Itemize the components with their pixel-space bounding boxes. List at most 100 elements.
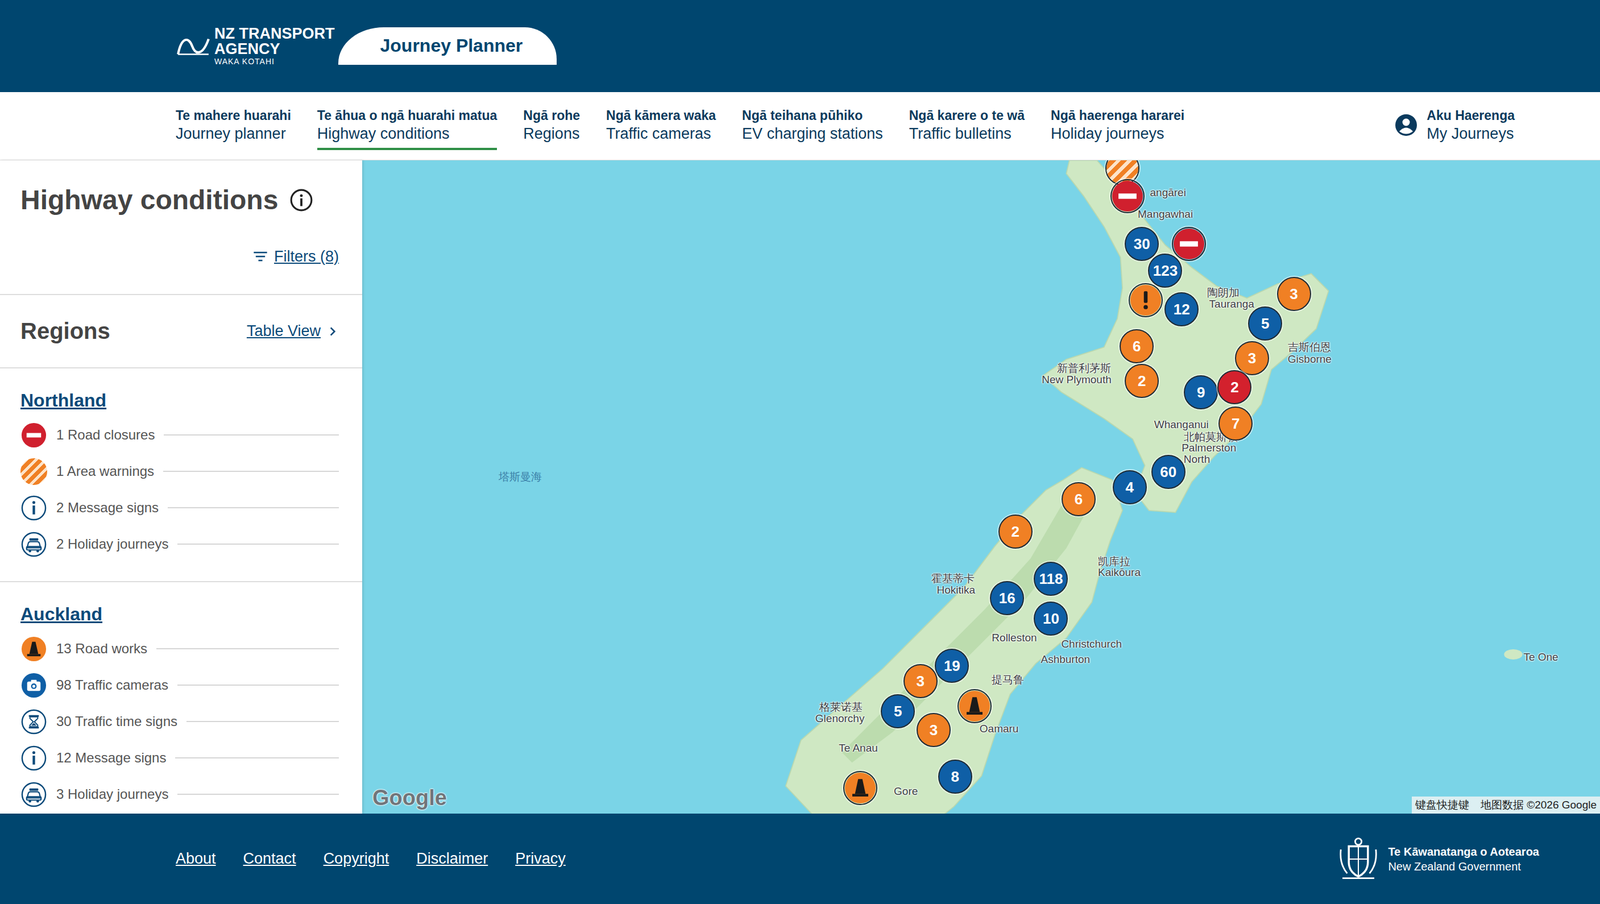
map-label: Hokitika xyxy=(936,583,976,597)
map-marker[interactable]: 2 xyxy=(998,514,1033,549)
map-marker[interactable]: 4 xyxy=(1112,470,1147,505)
traffic-camera-icon xyxy=(20,672,48,699)
hourglass-icon xyxy=(20,708,48,736)
region-item[interactable]: 1 Road closures xyxy=(20,416,339,454)
attribution-link[interactable]: 键盘快捷键 xyxy=(1415,797,1470,813)
map-label: North xyxy=(1183,453,1210,466)
road-closure-icon xyxy=(1172,228,1205,260)
region-link[interactable]: Northland xyxy=(20,388,339,412)
leader-line xyxy=(177,684,339,686)
map-marker[interactable] xyxy=(843,771,878,806)
map-marker[interactable]: 30 xyxy=(1124,226,1159,261)
footer-link[interactable]: About xyxy=(175,850,217,868)
map-marker[interactable] xyxy=(1171,226,1206,261)
footer-link[interactable]: Privacy xyxy=(515,850,566,868)
map-label: 格莱诺基 xyxy=(819,701,863,714)
map-label: Mangawhai xyxy=(1137,208,1193,221)
road-closure-icon xyxy=(20,421,48,449)
map-marker[interactable]: 2 xyxy=(1124,363,1159,399)
map-marker[interactable]: 123 xyxy=(1147,253,1183,288)
nav-item[interactable]: Ngā teihana pūhiko EV charging stations xyxy=(742,106,884,151)
map-marker[interactable]: 2 xyxy=(1217,370,1252,405)
message-sign-icon xyxy=(20,494,48,522)
road-cone-icon xyxy=(844,772,877,804)
nzta-logo[interactable]: NZ TRANSPORT AGENCY WAKA KOTAHI xyxy=(175,26,335,67)
crest-icon xyxy=(1334,835,1383,884)
table-view-link[interactable]: Table View xyxy=(246,322,339,341)
footer-link[interactable]: Contact xyxy=(243,850,297,868)
map-label: 霍基蒂卡 xyxy=(931,572,975,586)
info-icon[interactable] xyxy=(289,188,314,213)
map-label: 陶朗加 xyxy=(1207,286,1240,300)
region-item[interactable]: 3 Holiday journeys xyxy=(20,776,339,813)
sidebar-header: Highway conditions Filters (8) xyxy=(0,160,363,296)
page: NZ TRANSPORT AGENCY WAKA KOTAHI Journey … xyxy=(0,0,1600,904)
region-item[interactable]: 30 Traffic time signs xyxy=(20,703,339,740)
nav-item[interactable]: Ngā kāmera waka Traffic cameras xyxy=(606,106,716,151)
map-label: Palmerston xyxy=(1181,441,1237,455)
region-link[interactable]: Auckland xyxy=(20,602,339,626)
sidebar: Highway conditions Filters (8) Regions T… xyxy=(0,160,363,814)
map-marker[interactable]: 19 xyxy=(934,648,969,683)
map-marker[interactable]: 3 xyxy=(916,713,951,748)
leader-line xyxy=(167,507,339,509)
chevron-right-icon xyxy=(326,325,339,338)
map-marker[interactable] xyxy=(1110,179,1145,214)
map-marker[interactable]: 6 xyxy=(1119,329,1154,364)
footer-link[interactable]: Copyright xyxy=(323,850,390,868)
road-closure-icon xyxy=(1111,180,1144,213)
road-cone-icon xyxy=(958,690,991,723)
region-item[interactable]: 12 Message signs xyxy=(20,739,339,777)
map-marker[interactable]: 3 xyxy=(903,664,938,699)
map[interactable]: angāreiMangawhai陶朗加Tauranga吉斯伯恩Gisborne新… xyxy=(362,160,1600,814)
map-marker[interactable]: 60 xyxy=(1151,454,1186,489)
area-warning-icon xyxy=(1106,160,1139,185)
map-label: Te Anau xyxy=(838,742,878,755)
footer-link[interactable]: Disclaimer xyxy=(416,850,488,868)
nav-item[interactable]: Te āhua o ngā huarahi matua Highway cond… xyxy=(317,106,498,151)
map-marker[interactable]: 3 xyxy=(1234,341,1270,376)
nav-item[interactable]: Te mahere huarahi Journey planner xyxy=(175,106,292,151)
map-label: Christchurch xyxy=(1060,637,1122,651)
map-label: 塔斯曼海 xyxy=(498,470,542,484)
map-marker[interactable] xyxy=(957,689,992,724)
app-title[interactable]: Journey Planner xyxy=(338,27,558,65)
map-marker[interactable]: 8 xyxy=(938,759,973,794)
user-icon xyxy=(1394,113,1418,137)
region-item[interactable]: 98 Traffic cameras xyxy=(20,666,339,704)
holiday-car-icon xyxy=(20,781,48,808)
map-marker[interactable]: 6 xyxy=(1061,482,1096,517)
nav-item[interactable]: Ngā karere o te wā Traffic bulletins xyxy=(909,106,1025,151)
road-works-icon xyxy=(20,635,48,663)
map-attribution: 键盘快捷键地图数据 ©2026 Google xyxy=(1411,796,1600,814)
region-item[interactable]: 13 Road works xyxy=(20,630,339,667)
map-marker[interactable]: 7 xyxy=(1218,406,1253,441)
map-label: Rolleston xyxy=(991,631,1037,645)
attribution-link[interactable]: 地图数据 ©2026 Google xyxy=(1480,797,1597,813)
map-label: Te One xyxy=(1523,651,1558,664)
map-marker[interactable]: 9 xyxy=(1183,375,1218,410)
main-nav: Te mahere huarahi Journey planner Te āhua… xyxy=(0,92,1600,161)
government-logo[interactable]: Te Kāwanatanga o Aotearoa New Zealand Go… xyxy=(1334,835,1540,884)
region-item[interactable]: 1 Area warnings xyxy=(20,453,339,490)
filters-link[interactable]: Filters (8) xyxy=(252,246,339,267)
map-marker[interactable] xyxy=(1128,283,1163,318)
leader-line xyxy=(163,470,339,472)
map-marker[interactable]: 12 xyxy=(1164,292,1199,327)
leader-line xyxy=(186,720,339,723)
nav-item[interactable]: Ngā rohe Regions xyxy=(523,106,580,151)
my-journeys[interactable]: Aku Haerenga My Journeys xyxy=(1394,106,1515,144)
map-label: 提马鲁 xyxy=(991,673,1025,687)
wave-logo-icon xyxy=(175,33,211,59)
map-label: Gore xyxy=(893,785,918,798)
region-item[interactable]: 2 Message signs xyxy=(20,489,339,526)
map-marker[interactable]: 3 xyxy=(1277,276,1312,312)
map-label: New Plymouth xyxy=(1041,373,1112,387)
map-label: Whanganui xyxy=(1154,418,1209,431)
map-label: Oamaru xyxy=(979,722,1019,736)
google-logo: Google xyxy=(372,785,447,811)
map-label: 凯库拉 xyxy=(1097,555,1131,569)
holiday-car-icon xyxy=(20,531,48,558)
nav-item[interactable]: Ngā haerenga hararei Holiday journeys xyxy=(1050,106,1185,151)
region-item[interactable]: 2 Holiday journeys xyxy=(20,525,339,563)
